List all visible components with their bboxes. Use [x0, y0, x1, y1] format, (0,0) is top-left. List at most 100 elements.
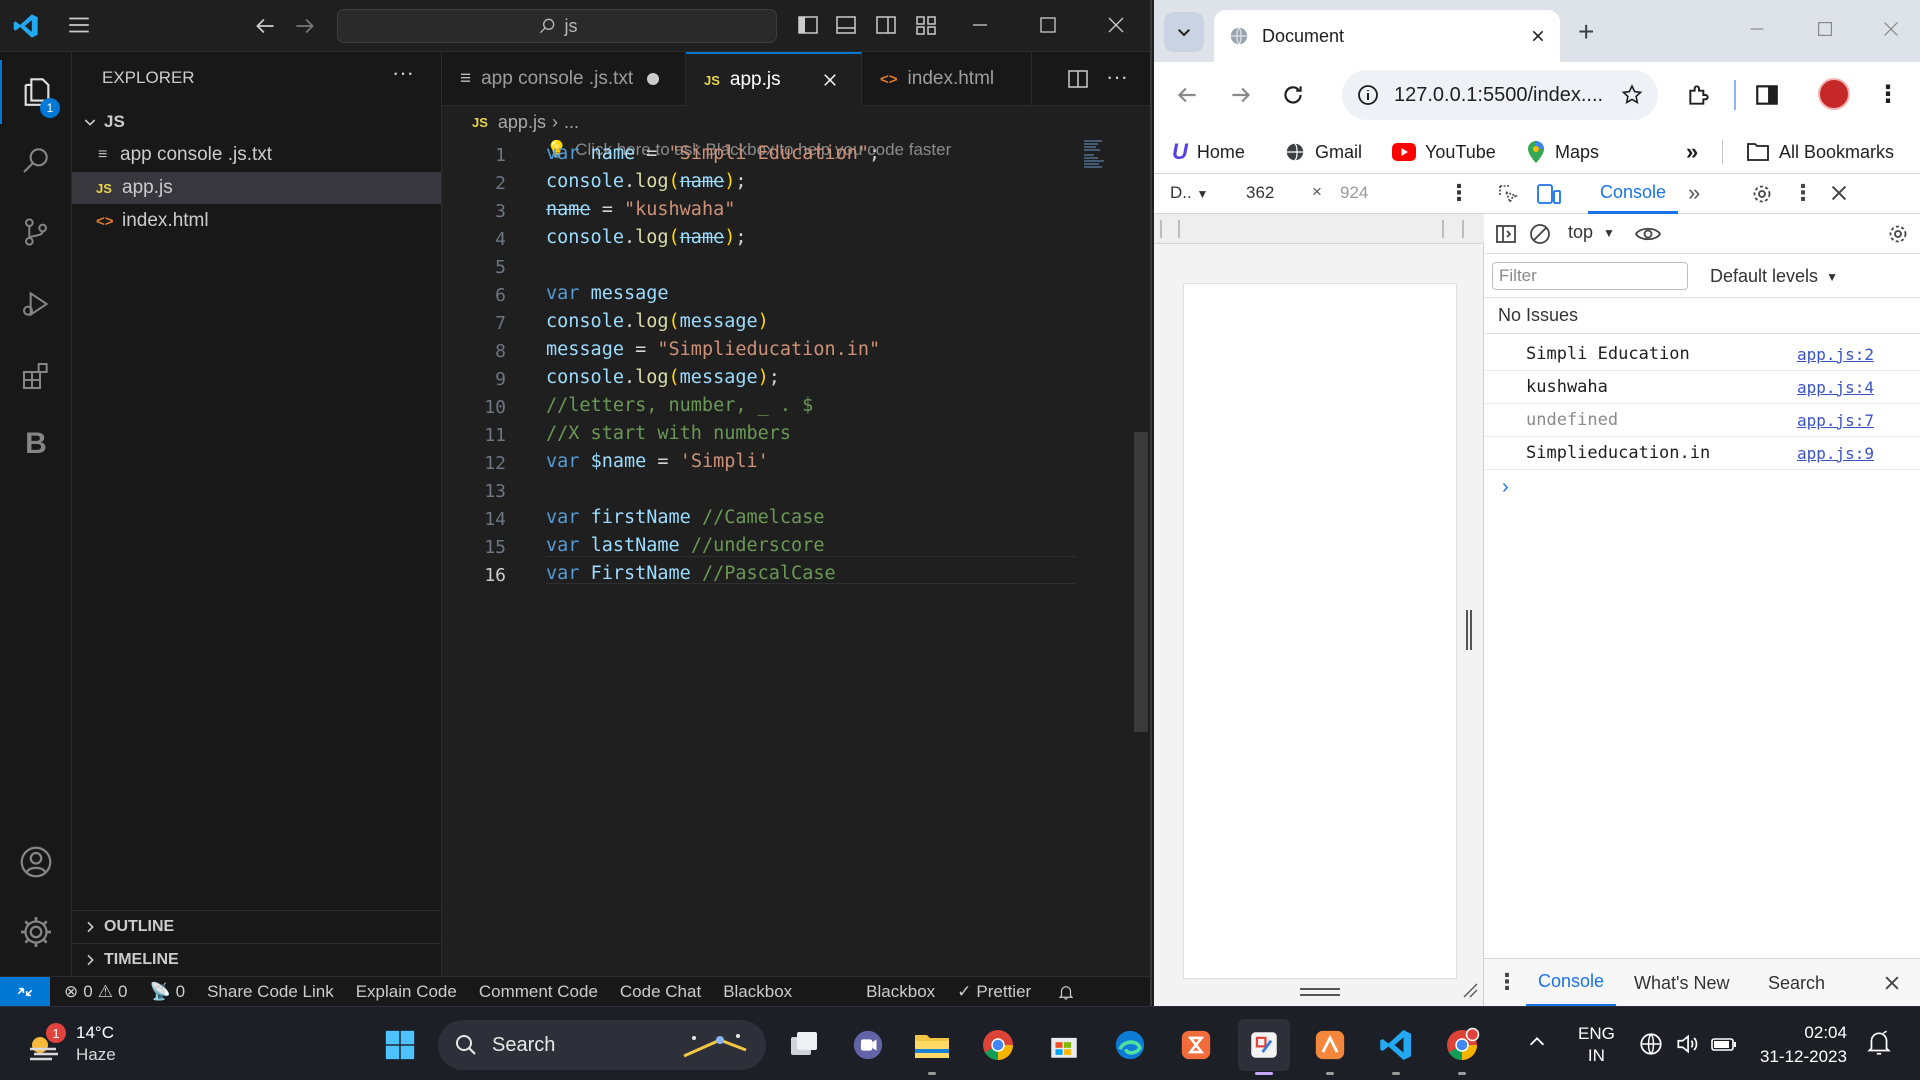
tab-index-html[interactable]: <> index.html: [862, 52, 1032, 106]
customize-layout-icon[interactable]: [914, 13, 938, 37]
chrome-menu-icon[interactable]: ⋮: [1876, 80, 1900, 109]
file-item-app-console-txt[interactable]: ≡ app console .js.txt: [72, 139, 441, 171]
file-explorer-icon[interactable]: [906, 1019, 958, 1075]
back-icon[interactable]: [1174, 82, 1200, 108]
timeline-section[interactable]: TIMELINE: [72, 943, 441, 975]
chrome-tab-document[interactable]: Document: [1214, 10, 1560, 62]
chrome-profile-taskbar-icon[interactable]: [1436, 1019, 1488, 1075]
show-hidden-icons-chevron-icon[interactable]: [1526, 1031, 1548, 1053]
weather-widget[interactable]: 1 14°C Haze: [22, 1023, 142, 1067]
profile-avatar[interactable]: [1818, 78, 1850, 110]
file-item-index-html[interactable]: <> index.html: [72, 205, 441, 237]
editor-more-icon[interactable]: ···: [1106, 64, 1128, 90]
bookmark-youtube[interactable]: YouTube: [1392, 130, 1496, 174]
orange-app-icon[interactable]: [1170, 1019, 1222, 1071]
file-item-app-js[interactable]: JS app.js: [72, 172, 441, 204]
forward-icon[interactable]: [1228, 82, 1254, 108]
split-editor-icon[interactable]: [1066, 67, 1090, 91]
console-prompt-chevron-icon[interactable]: ›: [1502, 476, 1509, 499]
edge-icon[interactable]: [1104, 1019, 1156, 1071]
console-sidebar-icon[interactable]: [1494, 222, 1518, 246]
prettier-status[interactable]: ✓ Prettier: [957, 982, 1031, 1002]
tab-close-icon[interactable]: [821, 71, 839, 89]
site-info-icon[interactable]: [1356, 83, 1380, 107]
source-control-icon[interactable]: [0, 200, 72, 264]
manage-gear-icon[interactable]: [0, 900, 72, 964]
issues-summary[interactable]: No Issues: [1484, 298, 1920, 334]
drawer-tab-console[interactable]: Console: [1526, 959, 1617, 1006]
device-select[interactable]: D.. ▼: [1170, 183, 1208, 203]
toggle-secondary-sidebar-icon[interactable]: [874, 13, 898, 37]
more-bookmarks-icon[interactable]: »: [1686, 130, 1698, 174]
console-settings-gear-icon[interactable]: [1886, 222, 1910, 246]
language-indicator[interactable]: ENG IN: [1578, 1023, 1615, 1067]
outline-section[interactable]: OUTLINE: [72, 910, 441, 942]
code-editor[interactable]: 1 2 3 4 5 6 7 8 9 10 11 12 13 14 15 16 v…: [442, 138, 1132, 968]
search-icon[interactable]: [0, 128, 72, 192]
tab-app-js[interactable]: JS app.js: [686, 52, 862, 106]
volume-icon[interactable]: [1674, 1031, 1700, 1057]
bookmark-home[interactable]: U Home: [1172, 130, 1245, 174]
blackbox-icon[interactable]: B: [0, 412, 72, 476]
resize-corner-icon[interactable]: [1462, 982, 1478, 998]
device-toggle-icon[interactable]: [1536, 182, 1562, 206]
tab-close-icon[interactable]: [1530, 28, 1546, 44]
device-more-icon[interactable]: ⋮: [1448, 180, 1470, 206]
width-input[interactable]: 362: [1246, 183, 1274, 203]
toggle-panel-icon[interactable]: [834, 13, 858, 37]
bookmark-gmail[interactable]: Gmail: [1284, 130, 1362, 174]
page-viewport[interactable]: [1184, 284, 1456, 978]
start-windows-icon[interactable]: [374, 1019, 426, 1071]
network-globe-icon[interactable]: [1638, 1031, 1664, 1057]
menu-icon[interactable]: [66, 12, 92, 38]
chrome-close-icon[interactable]: [1880, 18, 1902, 40]
editor-scrollbar[interactable]: [1134, 432, 1148, 732]
tab-search-chevron-icon[interactable]: [1164, 12, 1204, 52]
log-levels-select[interactable]: Default levels ▼: [1710, 266, 1838, 287]
console-filter-input[interactable]: Filter: [1492, 262, 1688, 290]
teams-chat-icon[interactable]: [842, 1019, 894, 1071]
resize-handle-right[interactable]: [1466, 610, 1472, 650]
extensions-icon[interactable]: [0, 344, 72, 408]
devtools-settings-gear-icon[interactable]: [1750, 182, 1774, 206]
snipping-tool-icon[interactable]: [1238, 1019, 1290, 1075]
folder-js[interactable]: JS: [72, 106, 441, 138]
microsoft-store-icon[interactable]: [1038, 1019, 1090, 1071]
drawer-tab-whats-new[interactable]: What's New: [1634, 973, 1729, 994]
back-arrow-icon[interactable]: [252, 13, 278, 39]
drawer-close-icon[interactable]: [1882, 973, 1902, 993]
notification-center-bell-icon[interactable]: [1866, 1029, 1892, 1057]
explorer-more-icon[interactable]: ···: [392, 60, 414, 86]
log-source-link[interactable]: app.js:9: [1797, 444, 1874, 463]
chrome-taskbar-icon[interactable]: [972, 1019, 1024, 1071]
comment-code[interactable]: Comment Code: [479, 982, 598, 1002]
taskbar-search[interactable]: Search: [438, 1020, 766, 1070]
live-expression-eye-icon[interactable]: [1634, 222, 1662, 246]
drawer-more-icon[interactable]: ⋮: [1496, 969, 1518, 995]
tab-console[interactable]: Console: [1588, 174, 1679, 214]
address-bar[interactable]: 127.0.0.1:5500/index....: [1342, 70, 1658, 120]
share-code-link[interactable]: Share Code Link: [207, 982, 334, 1002]
breadcrumb-file[interactable]: app.js: [498, 112, 546, 133]
command-center-search[interactable]: js: [337, 9, 777, 43]
height-input[interactable]: 924: [1340, 183, 1368, 203]
resize-handle-bottom[interactable]: [1300, 988, 1340, 996]
explorer-icon[interactable]: 1: [0, 60, 72, 124]
toggle-primary-sidebar-icon[interactable]: [796, 13, 820, 37]
problems-status[interactable]: ⊗ 0 ⚠ 0: [64, 982, 127, 1002]
maximize-icon[interactable]: [1036, 13, 1060, 37]
side-panel-icon[interactable]: [1754, 82, 1780, 108]
close-icon[interactable]: [1104, 13, 1128, 37]
account-icon[interactable]: [0, 830, 72, 894]
clear-console-icon[interactable]: [1528, 222, 1552, 246]
notification-bell-icon[interactable]: [1057, 983, 1075, 1001]
explain-code[interactable]: Explain Code: [356, 982, 457, 1002]
chrome-minimize-icon[interactable]: [1746, 18, 1768, 40]
log-source-link[interactable]: app.js:2: [1797, 345, 1874, 364]
devtools-more-icon[interactable]: ⋮: [1792, 180, 1814, 206]
all-bookmarks[interactable]: All Bookmarks: [1746, 130, 1894, 174]
new-tab-icon[interactable]: +: [1578, 16, 1594, 48]
remote-icon[interactable]: [0, 976, 50, 1006]
breadcrumb-rest[interactable]: ...: [564, 112, 579, 133]
code-chat[interactable]: Code Chat: [620, 982, 701, 1002]
